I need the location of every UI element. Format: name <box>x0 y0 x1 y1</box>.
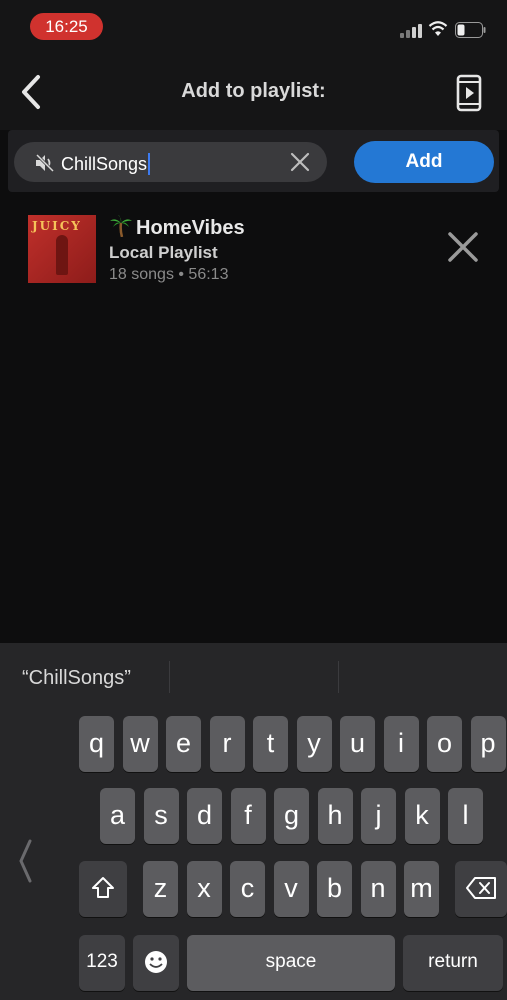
key-j[interactable]: j <box>361 788 396 844</box>
palm-tree-icon <box>110 215 132 237</box>
backspace-icon <box>466 877 496 899</box>
key-p[interactable]: p <box>470 716 506 772</box>
key-l[interactable]: l <box>448 788 483 844</box>
suggestion-item[interactable]: “ChillSongs” <box>22 667 131 690</box>
chevron-left-icon[interactable] <box>16 838 34 884</box>
key-s[interactable]: s <box>143 788 179 844</box>
key-h[interactable]: h <box>317 788 353 844</box>
key-g[interactable]: g <box>274 788 309 844</box>
return-key[interactable]: return <box>403 935 503 991</box>
key-k[interactable]: k <box>404 788 440 844</box>
space-key[interactable]: space <box>187 935 395 991</box>
status-time: 16:25 <box>30 13 103 40</box>
key-r[interactable]: r <box>209 716 245 772</box>
wifi-icon <box>428 21 448 36</box>
search-input[interactable]: ChillSongs <box>61 153 151 175</box>
numbers-key[interactable]: 123 <box>79 935 125 991</box>
close-icon[interactable] <box>446 230 480 264</box>
key-i[interactable]: i <box>383 716 419 772</box>
album-art: JUICY <box>28 215 96 283</box>
cellular-signal-icon <box>400 22 424 38</box>
key-b[interactable]: b <box>317 861 352 917</box>
emoji-icon <box>145 951 167 973</box>
shift-icon <box>92 877 114 898</box>
key-w[interactable]: w <box>122 716 158 772</box>
playlist-meta: 18 songs • 56:13 <box>109 266 229 283</box>
add-button[interactable]: Add <box>354 141 494 183</box>
playlist-type: Local Playlist <box>109 243 218 262</box>
key-y[interactable]: y <box>296 716 332 772</box>
key-a[interactable]: a <box>100 788 135 844</box>
shift-key[interactable] <box>79 861 127 917</box>
key-x[interactable]: x <box>186 861 222 917</box>
page-title: Add to playlist: <box>181 80 326 102</box>
emoji-key[interactable] <box>133 935 179 991</box>
playlist-name-text: HomeVibes <box>136 217 245 239</box>
device-icon[interactable] <box>456 74 482 112</box>
keyboard: “ChillSongs” qwertyuiop asdfghjkl zxcvbn… <box>0 643 507 1000</box>
key-m[interactable]: m <box>404 861 439 917</box>
key-f[interactable]: f <box>230 788 266 844</box>
search-input-value: ChillSongs <box>61 154 148 174</box>
playlist-row[interactable]: JUICY HomeVibes Local Playlist 18 songs … <box>0 200 507 296</box>
speaker-icon <box>35 153 55 173</box>
key-e[interactable]: e <box>166 716 201 772</box>
battery-icon <box>455 22 486 38</box>
suggestion-bar: “ChillSongs” <box>0 643 507 713</box>
album-art-text: JUICY <box>32 219 82 233</box>
key-t[interactable]: t <box>253 716 288 772</box>
header: Add to playlist: <box>0 56 507 130</box>
text-caret <box>148 153 151 175</box>
key-u[interactable]: u <box>340 716 375 772</box>
key-q[interactable]: q <box>79 716 114 772</box>
key-o[interactable]: o <box>427 716 462 772</box>
key-n[interactable]: n <box>360 861 396 917</box>
key-d[interactable]: d <box>187 788 222 844</box>
backspace-key[interactable] <box>455 861 507 917</box>
search-field[interactable]: ChillSongs <box>14 142 327 182</box>
key-z[interactable]: z <box>143 861 178 917</box>
key-v[interactable]: v <box>273 861 309 917</box>
key-c[interactable]: c <box>230 861 265 917</box>
clear-icon[interactable] <box>288 150 312 174</box>
search-row: ChillSongs Add <box>8 130 499 192</box>
status-bar: 16:25 <box>0 0 507 56</box>
playlist-name: HomeVibes <box>109 215 245 240</box>
